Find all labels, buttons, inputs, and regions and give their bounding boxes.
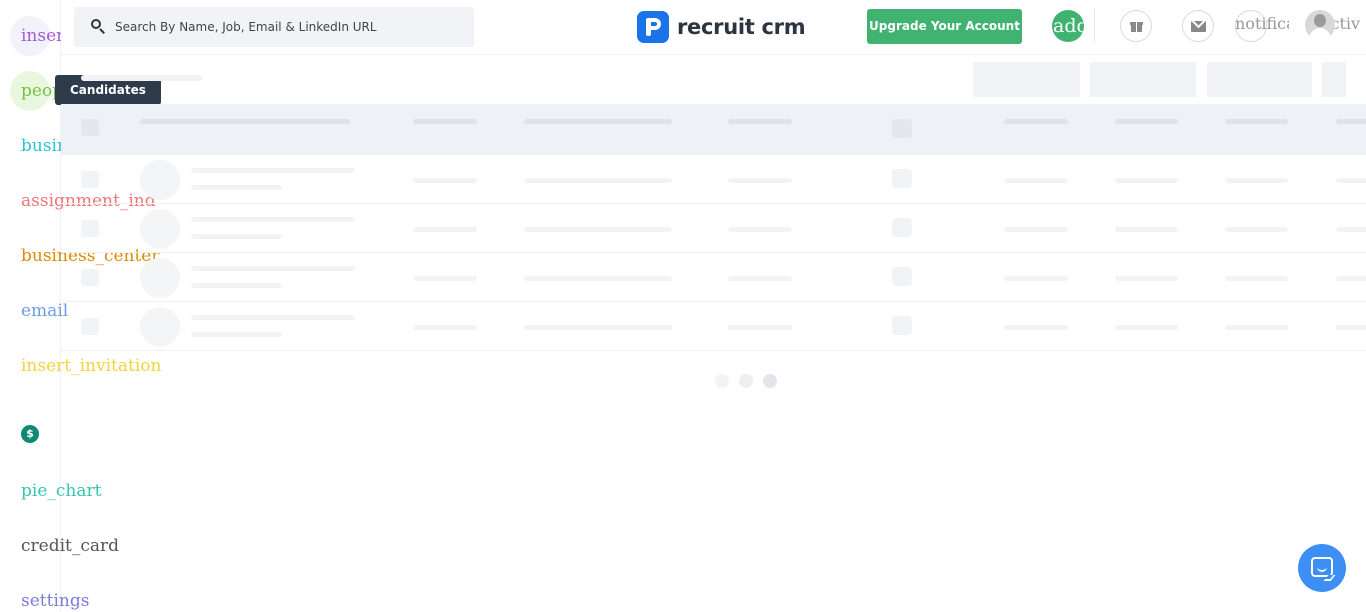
skeleton-cell xyxy=(728,178,792,183)
skeleton-cell xyxy=(728,325,792,330)
loading-dot xyxy=(763,374,777,388)
gift-button[interactable] xyxy=(1120,10,1152,42)
skeleton-cell xyxy=(1225,325,1288,330)
skeleton-header-cell xyxy=(892,119,912,138)
mail-icon xyxy=(1191,21,1206,32)
skeleton-cell xyxy=(728,276,792,281)
skeleton-table-header xyxy=(61,104,1366,155)
skeleton-cell xyxy=(1336,227,1366,232)
skeleton-checkbox xyxy=(81,269,99,286)
skeleton-row xyxy=(61,204,1366,253)
skeleton-cell xyxy=(191,266,355,271)
skeleton-cell xyxy=(191,332,282,337)
skeleton-cell xyxy=(413,178,477,183)
skeleton-header-cell xyxy=(1004,119,1068,124)
avatar[interactable] xyxy=(1305,10,1335,40)
skeleton-cell xyxy=(524,178,672,183)
loading-indicator xyxy=(715,374,785,388)
logo-mark-icon xyxy=(637,11,669,43)
skeleton-header-cell xyxy=(728,119,792,124)
skeleton-header-cell xyxy=(81,119,99,136)
skeleton-title xyxy=(81,75,203,81)
skeleton-toolbar-button xyxy=(1322,62,1346,97)
chat-launcher-button[interactable] xyxy=(1298,544,1346,592)
gift-icon xyxy=(1130,20,1143,32)
logo-text: recruit crm xyxy=(677,15,806,39)
skeleton-toolbar-button xyxy=(1090,62,1196,97)
skeleton-cell xyxy=(191,315,355,320)
search-box[interactable] xyxy=(74,7,474,47)
skeleton-header-cell xyxy=(1336,119,1366,124)
skeleton-avatar xyxy=(140,307,180,347)
skeleton-cell xyxy=(892,218,912,237)
skeleton-cell xyxy=(1115,276,1178,281)
skeleton-cell xyxy=(1336,178,1366,183)
loading-dot xyxy=(715,374,729,388)
skeleton-cell xyxy=(1115,227,1178,232)
skeleton-cell xyxy=(1004,227,1068,232)
mail-button[interactable] xyxy=(1182,10,1214,42)
add-button[interactable]: add xyxy=(1052,10,1084,42)
skeleton-row xyxy=(61,253,1366,302)
skeleton-cell xyxy=(524,325,672,330)
skeleton-cell xyxy=(191,283,282,288)
skeleton-cell xyxy=(191,185,282,190)
skeleton-cell xyxy=(191,168,355,173)
skeleton-header-cell xyxy=(140,119,350,124)
skeleton-toolbar-button xyxy=(973,62,1080,97)
skeleton-cell xyxy=(1115,178,1178,183)
skeleton-header-cell xyxy=(1115,119,1178,124)
skeleton-checkbox xyxy=(81,318,99,335)
skeleton-checkbox xyxy=(81,220,99,237)
skeleton-avatar xyxy=(140,160,180,200)
skeleton-cell xyxy=(892,169,912,188)
skeleton-cell xyxy=(892,267,912,286)
skeleton-cell xyxy=(1225,227,1288,232)
chat-icon xyxy=(1311,557,1336,581)
search-input[interactable] xyxy=(115,7,465,47)
skeleton-avatar xyxy=(140,209,180,249)
main-content xyxy=(61,55,1366,612)
skeleton-cell xyxy=(728,227,792,232)
skeleton-checkbox xyxy=(81,171,99,188)
skeleton-avatar xyxy=(140,258,180,298)
skeleton-header-cell xyxy=(524,119,672,124)
skeleton-cell xyxy=(1115,325,1178,330)
sidebar: inser people business assignment_ind bus… xyxy=(0,0,161,612)
skeleton-cell xyxy=(191,234,282,239)
search-icon xyxy=(91,19,107,35)
skeleton-cell xyxy=(413,276,477,281)
skeleton-header-cell xyxy=(1225,119,1288,124)
dollar-icon[interactable]: $ xyxy=(21,425,39,443)
skeleton-cell xyxy=(1336,325,1366,330)
skeleton-cell xyxy=(1004,325,1068,330)
header-divider xyxy=(1094,9,1095,43)
loading-dot xyxy=(739,374,753,388)
skeleton-cell xyxy=(524,227,672,232)
skeleton-cell xyxy=(1225,276,1288,281)
skeleton-row xyxy=(61,302,1366,351)
sidebar-item-add[interactable]: inser xyxy=(21,26,64,46)
skeleton-toolbar-button xyxy=(1207,62,1312,97)
sidebar-item-candidates[interactable]: people xyxy=(21,81,55,101)
skeleton-header-cell xyxy=(413,119,477,124)
notifications-icon: notifications xyxy=(1235,14,1289,33)
skeleton-cell xyxy=(1225,178,1288,183)
skeleton-cell xyxy=(413,227,477,232)
skeleton-cell xyxy=(1336,276,1366,281)
upgrade-account-button[interactable]: Upgrade Your Account xyxy=(867,9,1022,44)
skeleton-cell xyxy=(191,217,355,222)
skeleton-cell xyxy=(892,316,912,335)
skeleton-row xyxy=(61,155,1366,204)
logo[interactable]: recruit crm xyxy=(637,11,806,43)
skeleton-cell xyxy=(1004,276,1068,281)
skeleton-cell xyxy=(1004,178,1068,183)
top-header: recruit crm Upgrade Your Account add not… xyxy=(61,0,1366,55)
skeleton-cell xyxy=(413,325,477,330)
skeleton-cell xyxy=(524,276,672,281)
